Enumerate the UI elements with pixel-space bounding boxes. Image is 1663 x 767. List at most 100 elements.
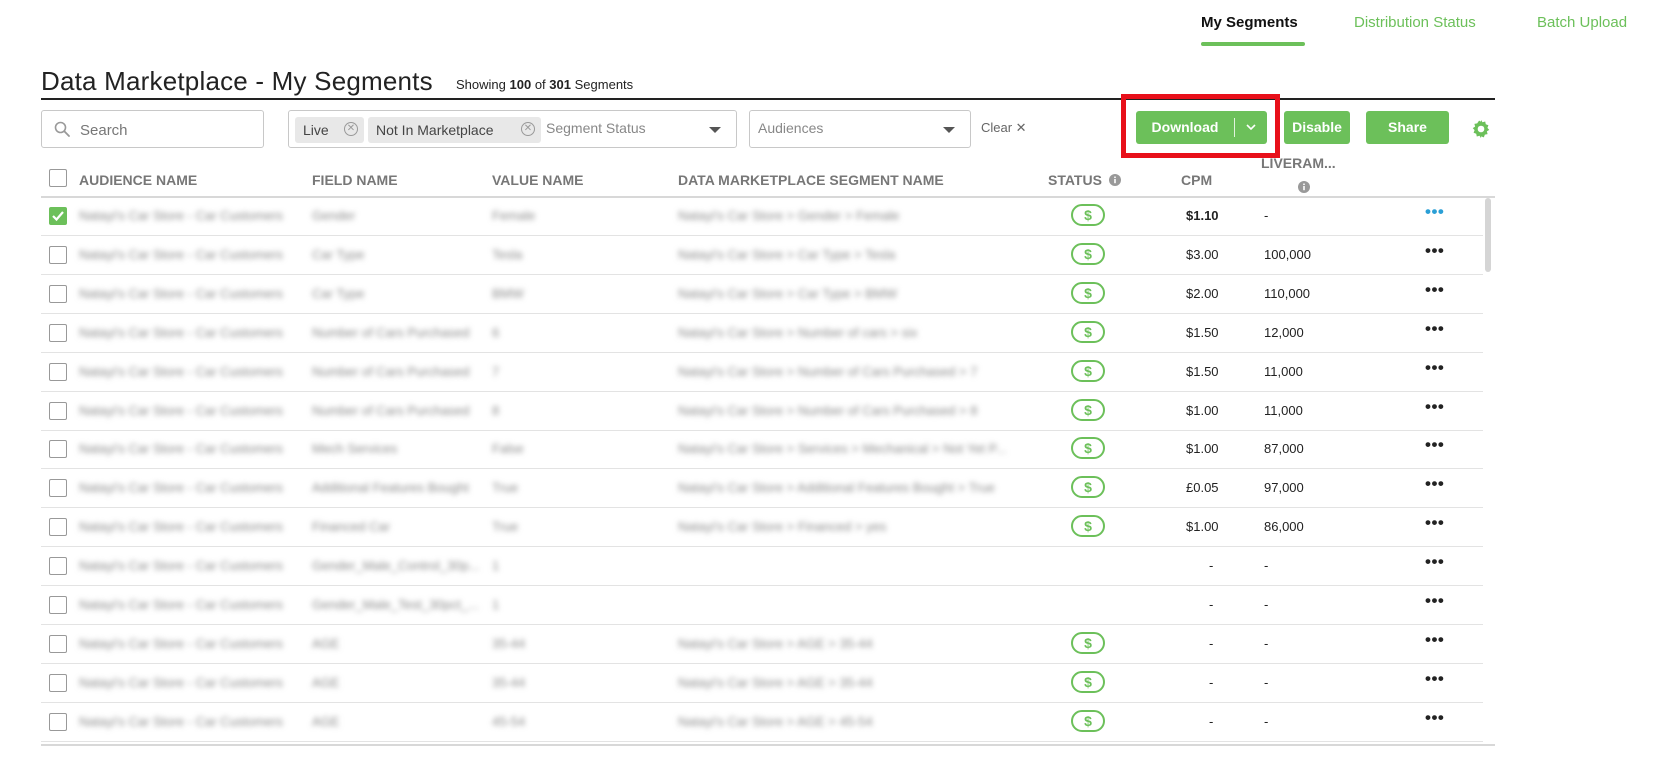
segment-name-cell: Natayi's Car Store > Services > Mechanic… [678,441,1007,457]
row-checkbox[interactable] [49,479,67,498]
status-dollar-icon[interactable]: $ [1071,204,1105,226]
status-dollar-icon[interactable]: $ [1071,476,1105,499]
more-options-icon[interactable]: ••• [1425,669,1444,689]
row-checkbox[interactable] [49,362,67,381]
status-dollar-icon[interactable]: $ [1071,515,1105,538]
table-row[interactable]: Natayi's Car Store - Car Customers Number… [41,392,1483,431]
status-dollar-icon[interactable]: $ [1071,398,1105,421]
more-options-icon[interactable]: ••• [1425,630,1444,650]
status-dollar-icon[interactable]: $ [1071,281,1105,304]
status-dollar-icon[interactable]: $ [1071,437,1105,460]
value-name-cell: Tesla [492,246,523,262]
col-value-name[interactable]: VALUE NAME [492,172,584,188]
more-options-icon[interactable]: ••• [1425,241,1444,261]
value-name-cell: 1 [492,597,500,612]
table-row[interactable]: Natayi's Car Store - Car Customers AGE 45-… [41,703,1483,742]
segment-status-select[interactable]: Live ✕ Not In Marketplace ✕ Segment Stat… [288,110,737,148]
table-row[interactable]: Natayi's Car Store - Car Customers Mech S… [41,430,1483,470]
field-name-cell: AGE [312,635,340,651]
table-row[interactable]: Natayi's Car Store - Car Customers Car Ty… [41,236,1483,275]
chevron-down-icon[interactable] [709,127,721,133]
info-icon[interactable] [1298,181,1310,193]
more-options-icon[interactable]: ••• [1425,552,1444,572]
svg-text:$: $ [1084,363,1092,379]
row-checkbox[interactable] [49,207,67,225]
chevron-down-icon[interactable] [1244,120,1258,134]
table-row[interactable]: Natayi's Car Store - Car Customers Additi… [41,469,1483,509]
status-dollar-icon[interactable]: $ [1071,670,1105,693]
row-checkbox[interactable] [49,596,67,614]
row-checkbox[interactable] [49,401,67,420]
svg-text:$: $ [1084,518,1092,534]
search-input[interactable] [78,117,262,143]
more-options-icon[interactable]: ••• [1425,202,1444,222]
info-icon[interactable] [1108,174,1121,186]
clear-filters-button[interactable]: Clear ✕ [981,120,1027,136]
col-liveramp[interactable]: LIVERAM... [1261,155,1336,171]
more-options-icon[interactable]: ••• [1425,474,1444,494]
tab-distribution-status[interactable]: Distribution Status [1354,14,1476,31]
audience-name-cell: Natayi's Car Store - Car Customers [79,558,284,574]
table-row[interactable]: Natayi's Car Store - Car Customers Car Ty… [41,275,1483,314]
status-dollar-icon[interactable]: $ [1071,709,1105,732]
col-segment-name[interactable]: DATA MARKETPLACE SEGMENT NAME [678,172,944,188]
disable-button[interactable]: Disable [1284,111,1350,144]
tab-batch-upload[interactable]: Batch Upload [1537,14,1627,31]
status-dollar-icon[interactable]: $ [1071,242,1105,265]
row-checkbox[interactable] [49,518,67,537]
audience-name-cell: Natayi's Car Store - Car Customers [79,441,284,457]
audiences-select[interactable]: Audiences [749,110,971,148]
share-button[interactable]: Share [1366,111,1449,144]
more-options-icon[interactable]: ••• [1425,591,1444,611]
row-checkbox[interactable] [49,284,67,303]
table-row[interactable]: Natayi's Car Store - Car Customers Gender… [41,547,1483,587]
table-scrollbar[interactable] [1485,198,1491,272]
chip-remove-icon[interactable]: ✕ [521,122,535,136]
table-row[interactable]: Natayi's Car Store - Car Customers Number… [41,314,1483,353]
more-options-icon[interactable]: ••• [1425,435,1444,455]
download-button[interactable]: Download [1136,111,1267,144]
more-options-icon[interactable]: ••• [1425,358,1444,378]
more-options-icon[interactable]: ••• [1425,319,1444,339]
row-checkbox[interactable] [49,323,67,342]
row-checkbox[interactable] [49,634,67,653]
chip-remove-icon[interactable]: ✕ [344,122,358,136]
cpm-cell: - [1209,635,1214,651]
more-options-icon[interactable]: ••• [1425,280,1444,300]
col-audience-name[interactable]: AUDIENCE NAME [79,172,197,188]
row-checkbox[interactable] [49,245,67,264]
table-row[interactable]: Natayi's Car Store - Car Customers AGE 35-… [41,664,1483,703]
value-name-cell: BMW [492,285,524,301]
row-checkbox[interactable] [49,440,67,459]
table-row[interactable]: Natayi's Car Store - Car Customers AGE 35-… [41,625,1483,664]
gear-icon[interactable] [1470,118,1492,140]
status-dollar-icon[interactable]: $ [1071,631,1105,654]
col-cpm[interactable]: CPM [1181,172,1212,188]
segment-status-placeholder: Segment Status [546,120,646,136]
row-checkbox[interactable] [49,673,67,692]
more-options-icon[interactable]: ••• [1425,513,1444,533]
more-options-icon[interactable]: ••• [1425,397,1444,417]
segment-name-cell: Natayi's Car Store > Car Type > BMW [678,285,897,301]
more-options-icon[interactable]: ••• [1425,708,1444,728]
liveramp-cell: 97,000 [1264,480,1304,496]
col-field-name[interactable]: FIELD NAME [312,172,398,188]
liveramp-cell: - [1264,597,1269,612]
row-checkbox[interactable] [49,712,67,731]
tab-my-segments[interactable]: My Segments [1201,14,1298,31]
select-all-checkbox[interactable] [49,169,67,187]
row-checkbox[interactable] [49,557,67,576]
status-dollar-icon[interactable]: $ [1071,320,1105,343]
liveramp-cell: 86,000 [1264,519,1304,535]
table-row[interactable]: Natayi's Car Store - Car Customers Gender… [41,197,1483,236]
field-name-cell: AGE [312,713,340,729]
segment-name-cell: Natayi's Car Store > Number of cars > si… [678,324,918,340]
table-row[interactable]: Natayi's Car Store - Car Customers Number… [41,353,1483,392]
status-dollar-icon[interactable]: $ [1071,359,1105,382]
value-name-cell: 8 [492,402,500,418]
col-status[interactable]: STATUS [1048,172,1121,188]
table-row[interactable]: Natayi's Car Store - Car Customers Financ… [41,508,1483,548]
chevron-down-icon[interactable] [943,127,955,133]
shown-count: 100 [509,77,532,92]
table-row[interactable]: Natayi's Car Store - Car Customers Gender… [41,586,1483,625]
